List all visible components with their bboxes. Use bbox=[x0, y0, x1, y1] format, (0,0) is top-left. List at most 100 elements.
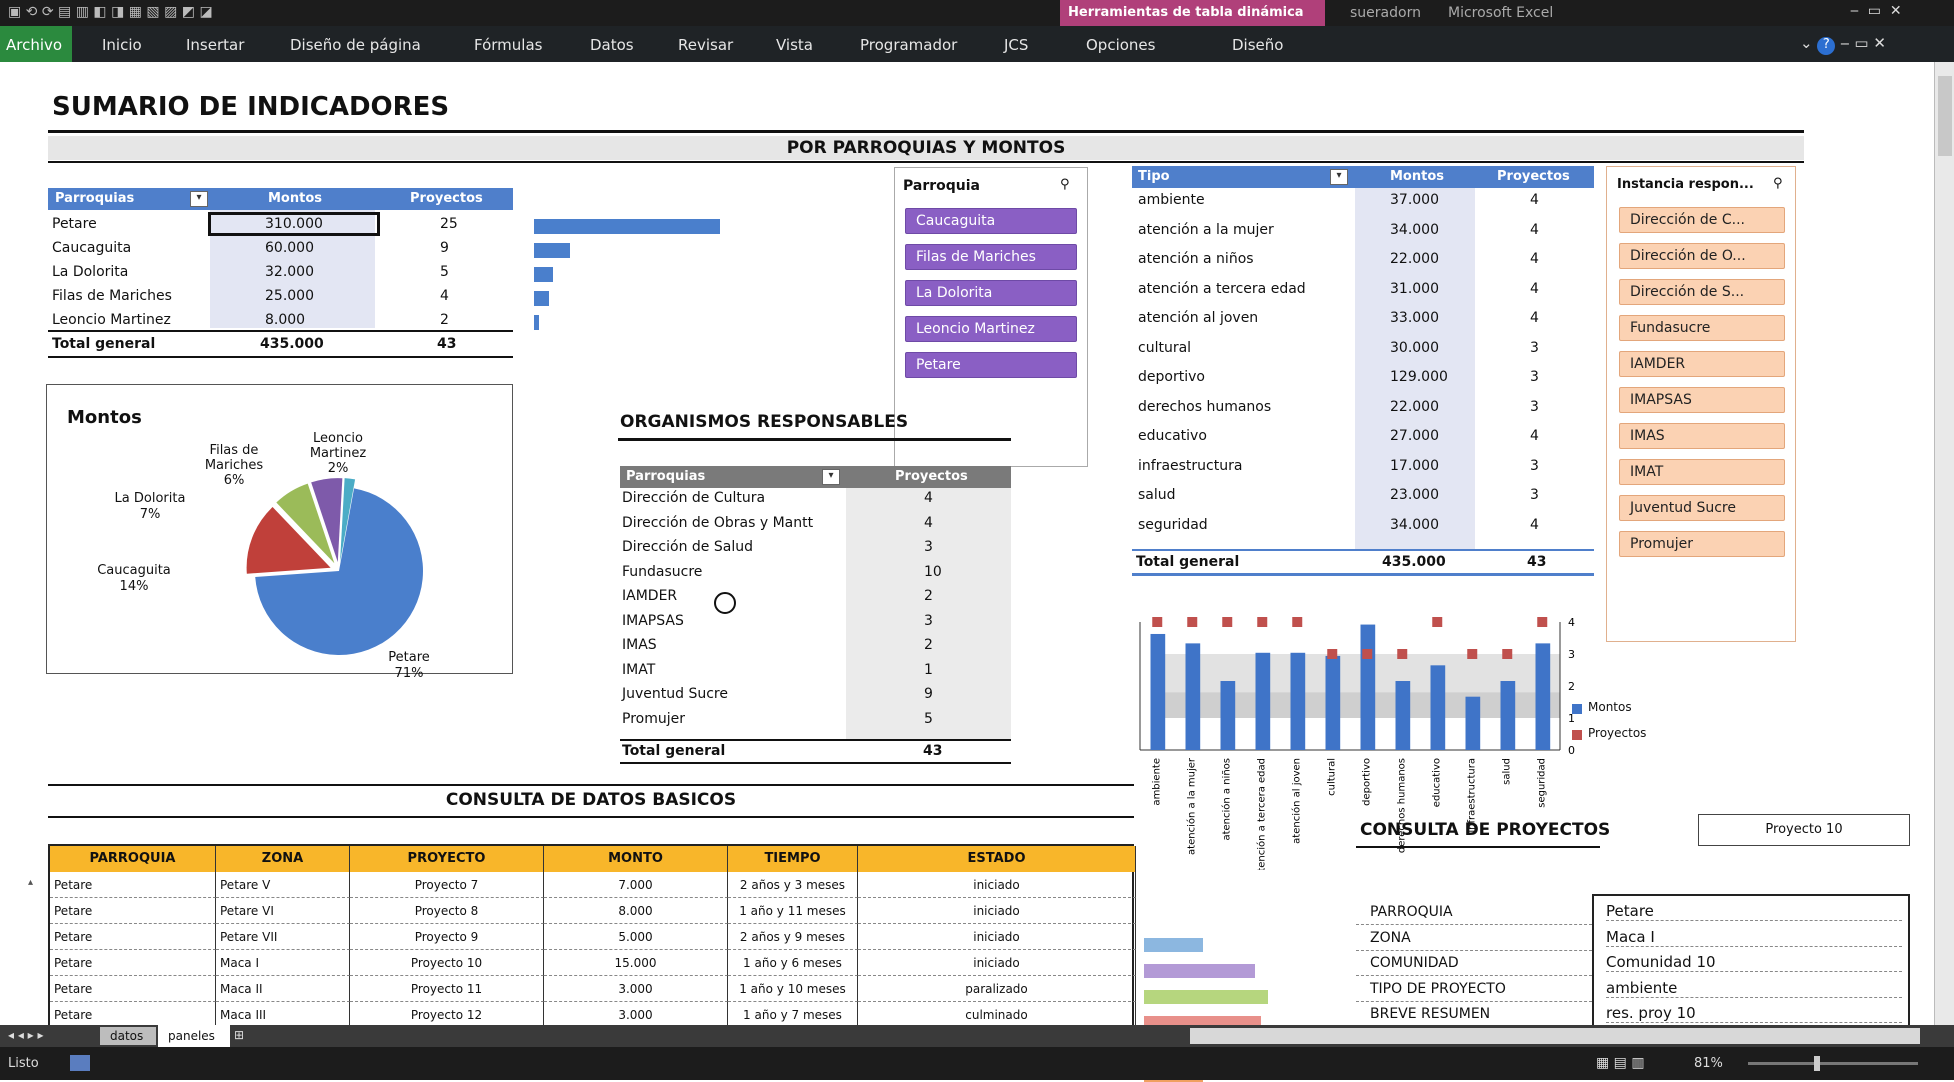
tab-inicio[interactable]: Inicio bbox=[102, 36, 142, 54]
pie-label-pct: 7% bbox=[139, 507, 161, 522]
sheet-tab-bar: ◂ ◂ ▸ ▸ datos paneles ⊞ bbox=[0, 1025, 1954, 1047]
table-cell: Petare VII bbox=[216, 924, 350, 950]
macro-record-icon[interactable] bbox=[70, 1055, 90, 1071]
pivot-row-montos: 8.000 bbox=[265, 312, 306, 328]
pivot-row-label: ambiente bbox=[1138, 192, 1205, 208]
col-header-proyecto[interactable]: PROYECTO bbox=[350, 846, 544, 872]
row-group-collapse-icon[interactable]: ▴ bbox=[28, 877, 33, 888]
sheet-tab-datos[interactable]: datos bbox=[100, 1027, 156, 1045]
col-header-estado[interactable]: ESTADO bbox=[858, 846, 1136, 872]
filter-dropdown-icon[interactable]: ▾ bbox=[1330, 169, 1348, 185]
status-mode: Listo bbox=[8, 1056, 39, 1071]
pivot-row-proyectos: 2 bbox=[924, 637, 933, 653]
clear-filter-icon[interactable]: ⚲ bbox=[1773, 176, 1783, 191]
pivot-row-proyectos: 3 bbox=[1530, 457, 1539, 474]
field-divider bbox=[1356, 924, 1592, 925]
pie-label-pct: 14% bbox=[119, 579, 149, 594]
bar-montos bbox=[1430, 665, 1446, 750]
legend-proyectos: Proyectos bbox=[1588, 726, 1647, 740]
slicer-item-filas-de-mariches[interactable]: Filas de Mariches bbox=[905, 244, 1077, 270]
window-app-name: Microsoft Excel bbox=[1448, 5, 1554, 21]
col-header-zona[interactable]: ZONA bbox=[216, 846, 350, 872]
window-controls[interactable]: ‒ ▭ ✕ bbox=[1850, 3, 1902, 19]
bar-montos bbox=[1395, 681, 1411, 750]
table-cell: iniciado bbox=[858, 924, 1136, 950]
slicer-item-caucaguita[interactable]: Caucaguita bbox=[905, 208, 1077, 234]
slicer-item-instancia[interactable]: Dirección de O... bbox=[1619, 243, 1785, 269]
slicer-item-instancia[interactable]: IMAT bbox=[1619, 459, 1785, 485]
slicer-item-instancia[interactable]: Fundasucre bbox=[1619, 315, 1785, 341]
tab-programador[interactable]: Programador bbox=[860, 36, 957, 54]
pivot-row-proyectos: 5 bbox=[440, 264, 449, 280]
tab-archivo[interactable]: Archivo bbox=[0, 26, 72, 62]
col-header-tipo-montos: Montos bbox=[1390, 169, 1445, 184]
pivot-row-label: Dirección de Salud bbox=[622, 539, 753, 555]
tab-datos[interactable]: Datos bbox=[590, 36, 634, 54]
slicer-instancia[interactable]: Instancia respon... ⚲ Dirección de C... D… bbox=[1606, 166, 1796, 642]
slicer-item-instancia[interactable]: IMAPSAS bbox=[1619, 387, 1785, 413]
pivot-row-proyectos: 3 bbox=[1530, 487, 1539, 503]
tab-scroll-arrows[interactable]: ◂ ◂ ▸ ▸ bbox=[8, 1028, 44, 1042]
slicer-item-instancia[interactable]: Juventud Sucre bbox=[1619, 495, 1785, 521]
zoom-slider[interactable] bbox=[1748, 1056, 1918, 1071]
pivot-row-montos: 30.000 bbox=[1390, 339, 1439, 356]
slicer-item-petare[interactable]: Petare bbox=[905, 352, 1077, 378]
slicer-item-instancia[interactable]: IAMDER bbox=[1619, 351, 1785, 377]
pivot-row-label: Fundasucre bbox=[622, 563, 703, 580]
pie-label-pct: 6% bbox=[223, 473, 245, 488]
col-header-monto[interactable]: MONTO bbox=[544, 846, 728, 872]
slicer-item-instancia[interactable]: IMAS bbox=[1619, 423, 1785, 449]
slicer-item-instancia[interactable]: Promujer bbox=[1619, 531, 1785, 557]
filter-dropdown-icon[interactable]: ▾ bbox=[190, 191, 208, 207]
col-header-parroquia[interactable]: PARROQUIA bbox=[50, 846, 216, 872]
slicer-item-instancia[interactable]: Dirección de C... bbox=[1619, 207, 1785, 233]
table-cell: Petare bbox=[50, 950, 216, 976]
bar-montos bbox=[1360, 624, 1376, 750]
vertical-scrollbar[interactable] bbox=[1934, 62, 1954, 1025]
pie-chart-montos[interactable]: Montos Petare 71% Caucaguita 14% La Dolorita… bbox=[46, 384, 513, 681]
slicer-item-la-dolorita[interactable]: La Dolorita bbox=[905, 280, 1077, 306]
marker-proyectos bbox=[1152, 617, 1163, 627]
sheet-tab-paneles[interactable]: paneles bbox=[158, 1025, 230, 1047]
pie-label-name: Filas de Mariches bbox=[204, 443, 264, 473]
marker-proyectos bbox=[1502, 649, 1513, 659]
tab-diseno[interactable]: Diseño bbox=[1232, 36, 1283, 54]
pivot-row-label: derechos humanos bbox=[1138, 398, 1272, 415]
slicer-parroquia[interactable]: Parroquia ⚲ Caucaguita Filas de Mariches L… bbox=[894, 167, 1088, 467]
tab-formulas[interactable]: Fórmulas bbox=[474, 36, 542, 54]
ribbon-controls[interactable]: ⌄ ? ‒ ▭ ✕ bbox=[1800, 34, 1886, 55]
slicer-item-instancia[interactable]: Dirección de S... bbox=[1619, 279, 1785, 305]
horizontal-scrollbar[interactable] bbox=[1190, 1028, 1920, 1044]
tab-diseno-pagina[interactable]: Diseño de página bbox=[290, 36, 421, 54]
pie-label-name: Leoncio Martinez bbox=[309, 431, 367, 461]
clear-filter-icon[interactable]: ⚲ bbox=[1060, 177, 1070, 192]
x-tick-label: ambiente bbox=[1151, 758, 1162, 806]
tab-insertar[interactable]: Insertar bbox=[186, 36, 244, 54]
tab-revisar[interactable]: Revisar bbox=[678, 36, 733, 54]
view-buttons[interactable]: ▦ ▤ ▥ bbox=[1596, 1055, 1645, 1071]
x-tick-label: atención a la mujer bbox=[1185, 757, 1197, 855]
scrollbar-thumb[interactable] bbox=[1938, 76, 1952, 156]
tab-opciones[interactable]: Opciones bbox=[1086, 36, 1155, 54]
proyecto-field-value: Maca I bbox=[1606, 928, 1902, 947]
tab-jcs[interactable]: JCS bbox=[1004, 36, 1028, 54]
proyecto-select[interactable]: Proyecto 10 bbox=[1698, 814, 1910, 846]
filter-dropdown-icon[interactable]: ▾ bbox=[822, 469, 840, 485]
data-bar bbox=[534, 291, 549, 306]
proyecto-field-label: BREVE RESUMEN bbox=[1370, 1006, 1491, 1022]
worksheet[interactable]: SUMARIO DE INDICADORES POR PARROQUIAS Y … bbox=[0, 62, 1954, 1082]
data-bar bbox=[1144, 964, 1255, 978]
slicer-item-leoncio-martinez[interactable]: Leoncio Martinez bbox=[905, 316, 1077, 342]
marker-proyectos bbox=[1327, 649, 1338, 659]
col-header-tiempo[interactable]: TIEMPO bbox=[728, 846, 858, 872]
pivot-row-label: Dirección de Obras y Mantt bbox=[622, 514, 814, 531]
help-icon[interactable]: ? bbox=[1817, 37, 1836, 55]
data-bar bbox=[534, 267, 554, 282]
marker-proyectos bbox=[1257, 617, 1268, 627]
quick-access-toolbar[interactable]: ▣ ⟲ ⟳ ▤ ▥ ◧ ◨ ▦ ▧ ▨ ◩ ◪ bbox=[8, 4, 213, 20]
consulta-table[interactable]: PARROQUIA ZONA PROYECTO MONTO TIEMPO ESTADO P… bbox=[48, 844, 1136, 1032]
tab-vista[interactable]: Vista bbox=[776, 36, 813, 54]
table-cell: paralizado bbox=[858, 976, 1136, 1002]
new-sheet-icon[interactable]: ⊞ bbox=[234, 1028, 244, 1042]
pivot-organismos-total-label: Total general bbox=[622, 743, 726, 759]
